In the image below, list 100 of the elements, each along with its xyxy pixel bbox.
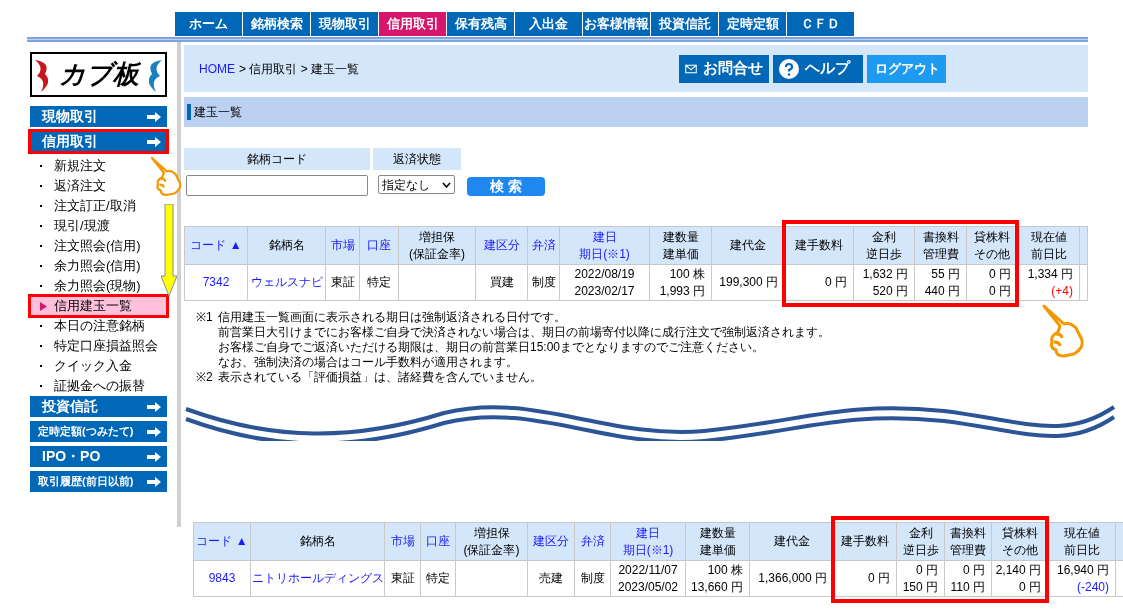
sidebar-item[interactable]: クイック入金 — [30, 356, 134, 376]
note-mark: ※2 — [196, 370, 214, 385]
cell-value: 55 円 — [931, 266, 960, 281]
sidebar-item[interactable]: 返済注文 — [30, 176, 108, 196]
sidebar-item[interactable]: 注文訂正/取消 — [30, 196, 138, 216]
sidebar-item[interactable]: 注文照会(信用) — [30, 236, 143, 256]
cell-value: 1,366,000 円 — [758, 571, 827, 585]
column-label: 書換料 — [922, 229, 959, 244]
header-button[interactable]: お問合せ — [679, 54, 769, 83]
column-label: 逆日歩 — [866, 246, 902, 261]
help-icon — [779, 58, 799, 79]
nav-tab[interactable]: 銘柄検索 — [243, 12, 310, 36]
sidebar-section[interactable]: IPO・PO — [30, 446, 167, 467]
nav-tab[interactable]: ＣＦＤ — [787, 12, 854, 36]
column-label: 建代金 — [773, 534, 810, 548]
sidebar-section[interactable]: 取引履歴(前日以前) — [30, 471, 167, 492]
arrow-right-icon — [147, 476, 161, 487]
search-button[interactable]: 検 索 — [467, 177, 545, 196]
column-label[interactable]: 弁済 — [580, 534, 605, 548]
sidebar-item[interactable]: 信用建玉一覧 — [30, 296, 167, 316]
column-label: 金利 — [872, 229, 896, 244]
logo-text: カブ板 — [58, 58, 139, 91]
nav-tab[interactable]: 信用取引 — [379, 12, 446, 36]
column-label[interactable]: 口座 — [426, 534, 450, 548]
cell-value: 100 株 — [707, 562, 743, 577]
sidebar-item[interactable]: 証拠金への振替 — [30, 376, 147, 396]
column-label[interactable]: 市場 — [390, 534, 415, 548]
sidebar-section[interactable]: 信用取引 — [30, 131, 167, 152]
sidebar-item[interactable]: 余力照会(現物) — [30, 276, 143, 296]
arrow-right-icon — [147, 426, 161, 437]
column-label[interactable]: 口座 — [367, 238, 391, 252]
cell-value: 2,140 円 — [995, 562, 1041, 577]
sidebar-section[interactable]: 投資信託 — [30, 396, 167, 417]
arrow-right-icon — [147, 451, 161, 462]
column-label[interactable]: コード ▲ — [190, 238, 242, 252]
note-text: 前営業日大引けまでにお客様ご自身で決済されない場合は、期日の前場寄付以降に成行注文で強制返済されます。 — [218, 325, 830, 340]
cell-value: 1,632 円 — [862, 266, 908, 281]
column-label: その他 — [1001, 542, 1038, 557]
nav-tab[interactable]: 定時定額 — [719, 12, 786, 36]
note-text: なお、強制決済の場合はコール手数料が適用されます。 — [218, 355, 519, 370]
sidebar-item[interactable]: 本日の注意銘柄 — [30, 316, 147, 336]
column-label: 増担保 — [473, 525, 510, 540]
column-label: 増担保 — [419, 229, 455, 244]
header-button[interactable]: ヘルプ — [773, 54, 863, 83]
column-label[interactable]: 市場 — [330, 238, 355, 252]
cell-value: 東証 — [330, 275, 355, 289]
pointing-hand-icon — [1040, 302, 1086, 360]
nav-tab[interactable]: 投資信託 — [651, 12, 718, 36]
column-label[interactable]: 建区分 — [533, 534, 569, 548]
column-label[interactable]: 期日(※1) — [622, 542, 674, 557]
column-label[interactable]: 弁済 — [531, 238, 556, 252]
field-label: 返済状態 — [373, 148, 461, 170]
cell-value: 0 円 — [989, 266, 1011, 281]
pointing-hand-icon — [149, 155, 183, 198]
column-label: 建手数料 — [841, 534, 889, 548]
column-label: 現在値 — [1063, 525, 1100, 540]
cell-value: 0 円 — [916, 562, 938, 577]
sidebar-item[interactable]: 余力照会(信用) — [30, 256, 143, 276]
sidebar-section[interactable]: 定時定額(つみたて) — [30, 421, 167, 442]
column-label[interactable]: コード ▲ — [196, 534, 248, 548]
column-label: (保証金率) — [463, 542, 520, 557]
stock-link[interactable]: 7342 — [202, 275, 230, 289]
note-text: お客様ご自身でご返済いただける期限は、期日の前営業日15:00までとなりますのでご注意ください。 — [218, 340, 766, 355]
sidebar-item[interactable]: 新規注文 — [30, 156, 108, 176]
column-label: 銘柄名 — [299, 534, 336, 548]
column-label: 管理費 — [950, 542, 986, 557]
logo[interactable]: カブ板 — [30, 52, 167, 97]
cell-value: 13,660 円 — [690, 579, 743, 594]
cell-value: 0 円 — [1019, 579, 1041, 594]
cell-value: 売建 — [539, 571, 563, 585]
column-label[interactable]: 建日 — [592, 229, 617, 244]
column-label[interactable]: 建日 — [636, 525, 660, 540]
status-select[interactable]: 指定なし — [378, 175, 455, 194]
column-label[interactable]: 建区分 — [483, 238, 520, 252]
breadcrumb-link[interactable]: HOME — [199, 59, 235, 78]
arrow-right-icon — [147, 111, 161, 122]
sidebar-item[interactable]: 特定口座損益照会 — [30, 336, 160, 356]
cell-value: 買建 — [489, 275, 514, 289]
cell-value: 特定 — [367, 275, 391, 289]
cell-value: 2022/08/19 — [574, 266, 635, 281]
sidebar-item[interactable]: 現引/現渡 — [30, 216, 112, 236]
code-input-field[interactable] — [186, 175, 368, 196]
column-label: その他 — [974, 246, 1010, 261]
nav-tab[interactable]: 現物取引 — [311, 12, 378, 36]
column-label: 貸株料 — [1001, 525, 1038, 540]
column-label: 建数量 — [662, 229, 699, 244]
column-label: 前日比 — [1030, 246, 1067, 261]
cell-value: 0 円 — [868, 571, 890, 585]
nav-tab[interactable]: お客様情報 — [583, 12, 650, 36]
cell-value: 1,993 円 — [659, 283, 705, 298]
nav-tab[interactable]: 入出金 — [515, 12, 582, 36]
column-label[interactable]: 期日(※1) — [579, 246, 630, 261]
note-mark: ※1 — [196, 310, 214, 326]
stock-link[interactable]: 9843 — [208, 571, 236, 585]
sidebar-section[interactable]: 現物取引 — [30, 106, 167, 127]
down-arrow-icon — [161, 204, 177, 296]
arrow-right-icon — [147, 401, 161, 412]
field-label: 銘柄コード — [184, 148, 370, 170]
nav-tab[interactable]: 保有残高 — [447, 12, 514, 36]
nav-tab[interactable]: ホーム — [175, 12, 242, 36]
